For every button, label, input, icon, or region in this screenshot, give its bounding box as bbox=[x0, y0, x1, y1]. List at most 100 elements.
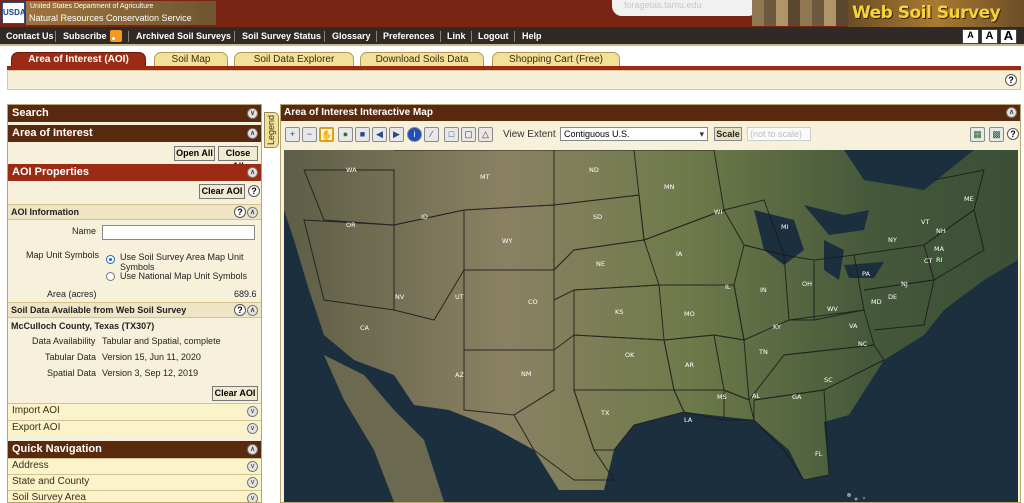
tab-download-soils-data[interactable]: Download Soils Data bbox=[360, 52, 484, 67]
nav-soil-survey-status[interactable]: Soil Survey Status bbox=[242, 31, 321, 41]
state-label: SC bbox=[824, 376, 833, 384]
state-label: ME bbox=[964, 195, 974, 203]
expand-icon[interactable]: ∨ bbox=[247, 406, 258, 417]
nav-subscribe[interactable]: Subscribe bbox=[63, 31, 107, 41]
address-label: Address bbox=[12, 460, 49, 471]
state-label: NV bbox=[395, 293, 405, 301]
nav-separator bbox=[514, 31, 515, 42]
state-label: AL bbox=[752, 392, 761, 400]
nav-link[interactable]: Link bbox=[447, 31, 466, 41]
soil-survey-area-row[interactable]: Soil Survey Area ∨ bbox=[8, 490, 261, 503]
state-label: NY bbox=[888, 236, 897, 244]
tab-soil-map[interactable]: Soil Map bbox=[154, 52, 228, 67]
area-of-interest-header[interactable]: Area of Interest ∧ bbox=[8, 125, 261, 142]
aoi-extent-icon[interactable]: ■ bbox=[355, 127, 370, 142]
text-size-large-button[interactable]: A bbox=[1000, 29, 1017, 44]
usda-logo[interactable]: USDA bbox=[2, 2, 26, 24]
layers-icon[interactable]: ▦ bbox=[970, 127, 985, 142]
scale-select[interactable]: (not to scale) bbox=[747, 127, 811, 141]
close-all-button[interactable]: Close All bbox=[218, 146, 258, 171]
help-icon[interactable]: ? bbox=[248, 185, 260, 197]
next-extent-icon[interactable]: ▶ bbox=[389, 127, 404, 142]
import-aoi-row[interactable]: Import AOI ∨ bbox=[8, 403, 261, 418]
aoi-rectangle-icon[interactable]: ▢ bbox=[461, 127, 476, 142]
nav-archived-soil-surveys[interactable]: Archived Soil Surveys bbox=[136, 31, 231, 41]
radio-national-symbols[interactable] bbox=[106, 272, 115, 281]
full-extent-icon[interactable]: ● bbox=[338, 127, 353, 142]
text-size-small-button[interactable]: A bbox=[962, 29, 979, 44]
open-all-button[interactable]: Open All bbox=[174, 146, 215, 161]
state-label: OR bbox=[346, 221, 356, 229]
expand-icon[interactable]: ∨ bbox=[247, 477, 258, 488]
help-icon[interactable]: ? bbox=[1007, 128, 1019, 140]
expand-icon[interactable]: ∨ bbox=[247, 108, 258, 119]
rss-icon[interactable] bbox=[110, 30, 122, 42]
help-icon[interactable]: ? bbox=[234, 206, 246, 218]
collapse-icon[interactable]: ∧ bbox=[1006, 107, 1017, 118]
collapse-icon[interactable]: ∧ bbox=[247, 167, 258, 178]
collapse-icon[interactable]: ∧ bbox=[247, 128, 258, 139]
aoi-polygon-icon[interactable]: △ bbox=[478, 127, 493, 142]
map-canvas[interactable]: WA MT ND MN OR ID SD WI ME VT NH NY MA M… bbox=[284, 150, 1018, 502]
header-photo-strip bbox=[752, 0, 848, 26]
state-label: MD bbox=[871, 298, 882, 306]
soil-survey-area-label: Soil Survey Area bbox=[12, 492, 86, 503]
tab-soil-data-explorer[interactable]: Soil Data Explorer bbox=[234, 52, 354, 67]
state-label: VA bbox=[849, 322, 858, 330]
state-and-county-row[interactable]: State and County ∨ bbox=[8, 474, 261, 489]
clear-icon[interactable]: □ bbox=[444, 127, 459, 142]
state-label: MI bbox=[781, 223, 789, 231]
state-label: UT bbox=[455, 293, 464, 301]
clear-aoi-button[interactable]: Clear AOI bbox=[199, 184, 245, 199]
radio-survey-area-symbols[interactable] bbox=[106, 255, 115, 264]
collapse-icon[interactable]: ∧ bbox=[247, 305, 258, 316]
search-hint[interactable]: foragetas.tamu.edu bbox=[612, 0, 758, 16]
nav-logout[interactable]: Logout bbox=[478, 31, 509, 41]
tab-area-of-interest[interactable]: Area of Interest (AOI) bbox=[11, 52, 146, 67]
clear-aoi-bottom-button[interactable]: Clear AOI bbox=[212, 386, 258, 401]
nav-contact-us[interactable]: Contact Us bbox=[6, 31, 54, 41]
left-panel: Search ∨ Area of Interest ∧ Open All Clo… bbox=[7, 104, 262, 503]
collapse-icon[interactable]: ∧ bbox=[247, 207, 258, 218]
soil-data-available-header[interactable]: Soil Data Available from Web Soil Survey… bbox=[8, 302, 261, 318]
collapse-icon[interactable]: ∧ bbox=[247, 444, 258, 455]
nav-preferences[interactable]: Preferences bbox=[383, 31, 435, 41]
expand-icon[interactable]: ∨ bbox=[247, 461, 258, 472]
state-label: MO bbox=[684, 310, 695, 318]
measure-icon[interactable]: ∕ bbox=[424, 127, 439, 142]
web-soil-survey-logo: Web Soil Survey bbox=[848, 0, 1024, 27]
state-label: IN bbox=[760, 286, 767, 294]
aoi-information-header[interactable]: AOI Information ? ∧ bbox=[8, 204, 261, 220]
quick-navigation-header[interactable]: Quick Navigation ∧ bbox=[8, 441, 261, 458]
address-row[interactable]: Address ∨ bbox=[8, 458, 261, 473]
data-availability-value: Tabular and Spatial, complete bbox=[102, 336, 221, 346]
nav-help[interactable]: Help bbox=[522, 31, 542, 41]
scale-button[interactable]: Scale bbox=[714, 127, 742, 141]
nav-glossary[interactable]: Glossary bbox=[332, 31, 371, 41]
previous-extent-icon[interactable]: ◀ bbox=[372, 127, 387, 142]
aoi-name-input[interactable] bbox=[102, 225, 255, 240]
expand-icon[interactable]: ∨ bbox=[247, 423, 258, 434]
top-navigation: Contact Us Subscribe Archived Soil Surve… bbox=[0, 27, 1024, 46]
printable-map-icon[interactable]: ▩ bbox=[989, 127, 1004, 142]
pan-icon[interactable]: ✋ bbox=[319, 127, 334, 142]
state-label: LA bbox=[684, 416, 693, 424]
view-extent-select[interactable]: Contiguous U.S. bbox=[560, 127, 708, 141]
aoi-properties-header[interactable]: AOI Properties ∧ bbox=[8, 164, 261, 181]
zoom-out-icon[interactable]: − bbox=[302, 127, 317, 142]
radio-national-symbols-label: Use National Map Unit Symbols bbox=[120, 271, 248, 281]
text-size-medium-button[interactable]: A bbox=[981, 29, 998, 44]
search-section-header[interactable]: Search ∨ bbox=[8, 105, 261, 122]
help-icon[interactable]: ? bbox=[1005, 74, 1017, 86]
help-icon[interactable]: ? bbox=[234, 304, 246, 316]
legend-tab[interactable]: Legend bbox=[264, 112, 279, 148]
state-label: GA bbox=[792, 393, 802, 401]
export-aoi-row[interactable]: Export AOI ∨ bbox=[8, 420, 261, 435]
tabular-data-label: Tabular Data bbox=[45, 352, 97, 362]
expand-icon[interactable]: ∨ bbox=[247, 493, 258, 502]
zoom-in-icon[interactable]: + bbox=[285, 127, 300, 142]
identify-icon[interactable]: i bbox=[407, 127, 422, 142]
nav-separator bbox=[128, 31, 129, 42]
state-label: MA bbox=[934, 245, 945, 253]
tab-shopping-cart[interactable]: Shopping Cart (Free) bbox=[492, 52, 620, 67]
